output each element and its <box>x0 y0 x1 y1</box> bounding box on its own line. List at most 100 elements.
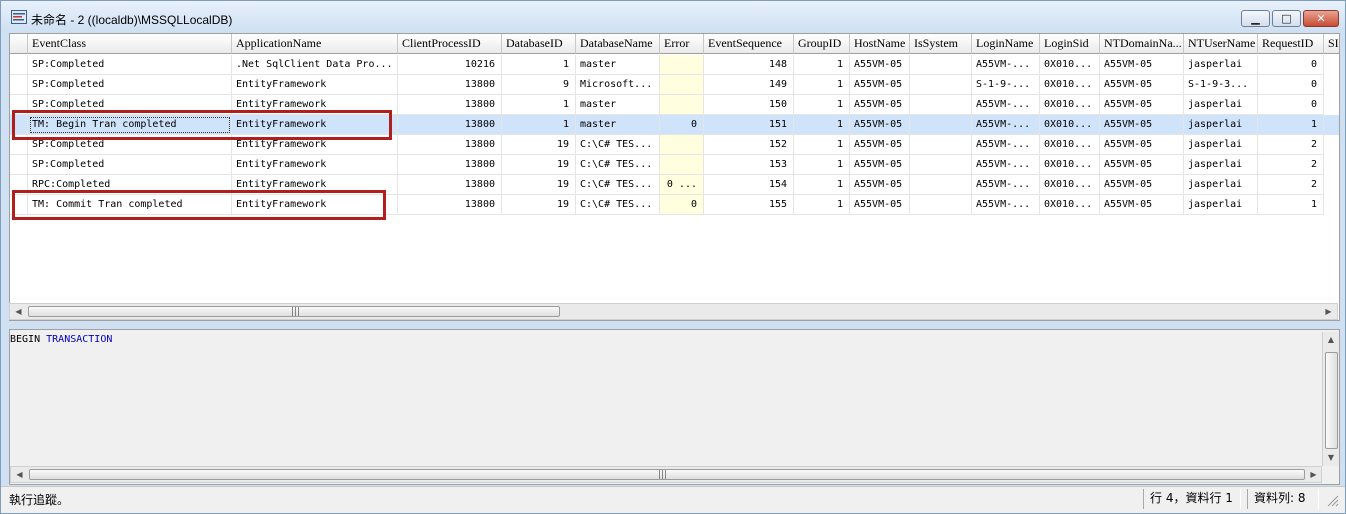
table-cell[interactable]: 9 <box>502 75 576 95</box>
sql-scroll-right-icon[interactable]: ▶ <box>1305 467 1322 482</box>
table-cell[interactable] <box>910 55 972 75</box>
table-cell[interactable]: A55VM-... <box>972 115 1040 135</box>
column-header-10[interactable]: IsSystem <box>910 34 972 54</box>
table-cell[interactable]: A55VM-05 <box>850 155 910 175</box>
table-cell[interactable]: 150 <box>704 95 794 115</box>
sql-vertical-scrollbar[interactable]: ▲ ▼ <box>1322 332 1339 466</box>
table-cell[interactable]: EntityFramework <box>232 75 398 95</box>
table-cell[interactable]: 19 <box>502 135 576 155</box>
table-cell[interactable]: C:\C# TES... <box>576 195 660 215</box>
table-cell[interactable]: 19 <box>502 175 576 195</box>
column-header-16[interactable]: SI <box>1324 34 1339 54</box>
table-cell[interactable]: SP:Completed <box>28 55 232 75</box>
table-cell[interactable]: 13800 <box>398 135 502 155</box>
table-cell[interactable]: A55VM-05 <box>850 55 910 75</box>
table-cell[interactable]: A55VM-... <box>972 155 1040 175</box>
column-header-15[interactable]: RequestID <box>1258 34 1324 54</box>
table-cell[interactable]: 19 <box>502 155 576 175</box>
table-cell[interactable]: jasperlai <box>1184 55 1258 75</box>
table-cell[interactable]: 155 <box>704 195 794 215</box>
sql-text-pane[interactable]: BEGIN TRANSACTION ▲ ▼ ◀ ||| ▶ <box>9 329 1340 485</box>
column-header-8[interactable]: GroupID <box>794 34 850 54</box>
table-cell[interactable]: jasperlai <box>1184 95 1258 115</box>
scroll-right-arrow-icon[interactable]: ▶ <box>1320 304 1337 319</box>
table-row[interactable]: SP:Completed EntityFramework 13800 9 Microso… <box>10 75 1339 95</box>
table-cell[interactable] <box>910 155 972 175</box>
table-cell[interactable]: SP:Completed <box>28 75 232 95</box>
table-cell[interactable]: 0 <box>1258 95 1324 115</box>
table-cell[interactable]: 13800 <box>398 115 502 135</box>
table-cell[interactable]: 13800 <box>398 155 502 175</box>
table-cell[interactable]: 0X010... <box>1040 135 1100 155</box>
table-cell[interactable]: 0X010... <box>1040 195 1100 215</box>
table-cell[interactable] <box>660 55 704 75</box>
table-cell[interactable]: A55VM-05 <box>1100 95 1184 115</box>
column-header-7[interactable]: EventSequence <box>704 34 794 54</box>
table-cell[interactable] <box>660 135 704 155</box>
table-cell[interactable]: 148 <box>704 55 794 75</box>
table-cell[interactable]: 1 <box>794 55 850 75</box>
maximize-button[interactable]: □ <box>1272 10 1301 27</box>
table-cell[interactable]: A55VM-... <box>972 55 1040 75</box>
row-marker[interactable] <box>10 155 28 175</box>
table-cell[interactable]: C:\C# TES... <box>576 155 660 175</box>
table-cell[interactable]: 149 <box>704 75 794 95</box>
scroll-up-arrow-icon[interactable]: ▲ <box>1323 332 1339 347</box>
table-cell[interactable]: A55VM-... <box>972 95 1040 115</box>
table-cell[interactable]: A55VM-05 <box>1100 155 1184 175</box>
table-cell[interactable]: 1 <box>502 115 576 135</box>
table-cell[interactable] <box>910 115 972 135</box>
table-cell[interactable]: 1 <box>502 55 576 75</box>
table-cell[interactable] <box>660 75 704 95</box>
table-cell[interactable]: 1 <box>502 95 576 115</box>
table-cell[interactable]: S-1-9-3... <box>1184 75 1258 95</box>
column-header-12[interactable]: LoginSid <box>1040 34 1100 54</box>
table-cell[interactable]: 19 <box>502 195 576 215</box>
title-bar[interactable]: 未命名 - 2 ((localdb)\MSSQLLocalDB) ▁ □ ✕ <box>1 1 1345 31</box>
table-cell[interactable]: 0X010... <box>1040 95 1100 115</box>
table-cell[interactable]: 1 <box>794 155 850 175</box>
table-cell[interactable] <box>910 195 972 215</box>
table-cell[interactable]: A55VM-05 <box>1100 115 1184 135</box>
table-cell[interactable]: 1 <box>794 115 850 135</box>
table-cell[interactable]: A55VM-... <box>972 135 1040 155</box>
table-cell[interactable]: 2 <box>1258 175 1324 195</box>
table-cell[interactable] <box>660 95 704 115</box>
scroll-left-arrow-icon[interactable]: ◀ <box>10 304 27 319</box>
table-cell[interactable]: 152 <box>704 135 794 155</box>
table-cell[interactable]: A55VM-05 <box>1100 75 1184 95</box>
table-cell[interactable]: 1 <box>794 195 850 215</box>
table-cell[interactable]: 1 <box>1258 115 1324 135</box>
table-cell[interactable]: 151 <box>704 115 794 135</box>
column-header-rowmarker[interactable] <box>10 34 28 54</box>
grid-scroll-thumb[interactable]: ||| <box>28 306 560 317</box>
table-cell[interactable]: 13800 <box>398 95 502 115</box>
table-cell[interactable]: A55VM-05 <box>1100 135 1184 155</box>
close-button[interactable]: ✕ <box>1303 10 1339 27</box>
row-marker[interactable] <box>10 55 28 75</box>
table-cell[interactable]: C:\C# TES... <box>576 135 660 155</box>
sql-scroll-left-icon[interactable]: ◀ <box>11 467 28 482</box>
table-row[interactable]: SP:Completed EntityFramework 13800 19 C:\C# … <box>10 155 1339 175</box>
sql-scroll-thumb[interactable]: ||| <box>29 469 1305 480</box>
column-header-2[interactable]: ApplicationName <box>232 34 398 54</box>
table-cell[interactable]: 0 <box>660 195 704 215</box>
table-cell[interactable]: A55VM-05 <box>1100 195 1184 215</box>
table-cell[interactable]: 0 <box>1258 55 1324 75</box>
table-cell[interactable]: jasperlai <box>1184 175 1258 195</box>
table-cell[interactable]: 0X010... <box>1040 115 1100 135</box>
table-cell[interactable]: SP:Completed <box>28 155 232 175</box>
table-cell[interactable]: 1 <box>794 75 850 95</box>
column-header-4[interactable]: DatabaseID <box>502 34 576 54</box>
column-header-14[interactable]: NTUserName <box>1184 34 1258 54</box>
table-cell[interactable]: 0 <box>1258 75 1324 95</box>
table-cell[interactable]: A55VM-05 <box>850 195 910 215</box>
column-header-11[interactable]: LoginName <box>972 34 1040 54</box>
table-cell[interactable]: 154 <box>704 175 794 195</box>
column-header-9[interactable]: HostName <box>850 34 910 54</box>
table-cell[interactable]: 0X010... <box>1040 75 1100 95</box>
column-header-13[interactable]: NTDomainNa... <box>1100 34 1184 54</box>
grid-horizontal-scrollbar[interactable]: ◀ ||| ▶ <box>9 303 1338 320</box>
scroll-down-arrow-icon[interactable]: ▼ <box>1323 450 1339 465</box>
sql-vertical-thumb[interactable] <box>1325 352 1338 449</box>
